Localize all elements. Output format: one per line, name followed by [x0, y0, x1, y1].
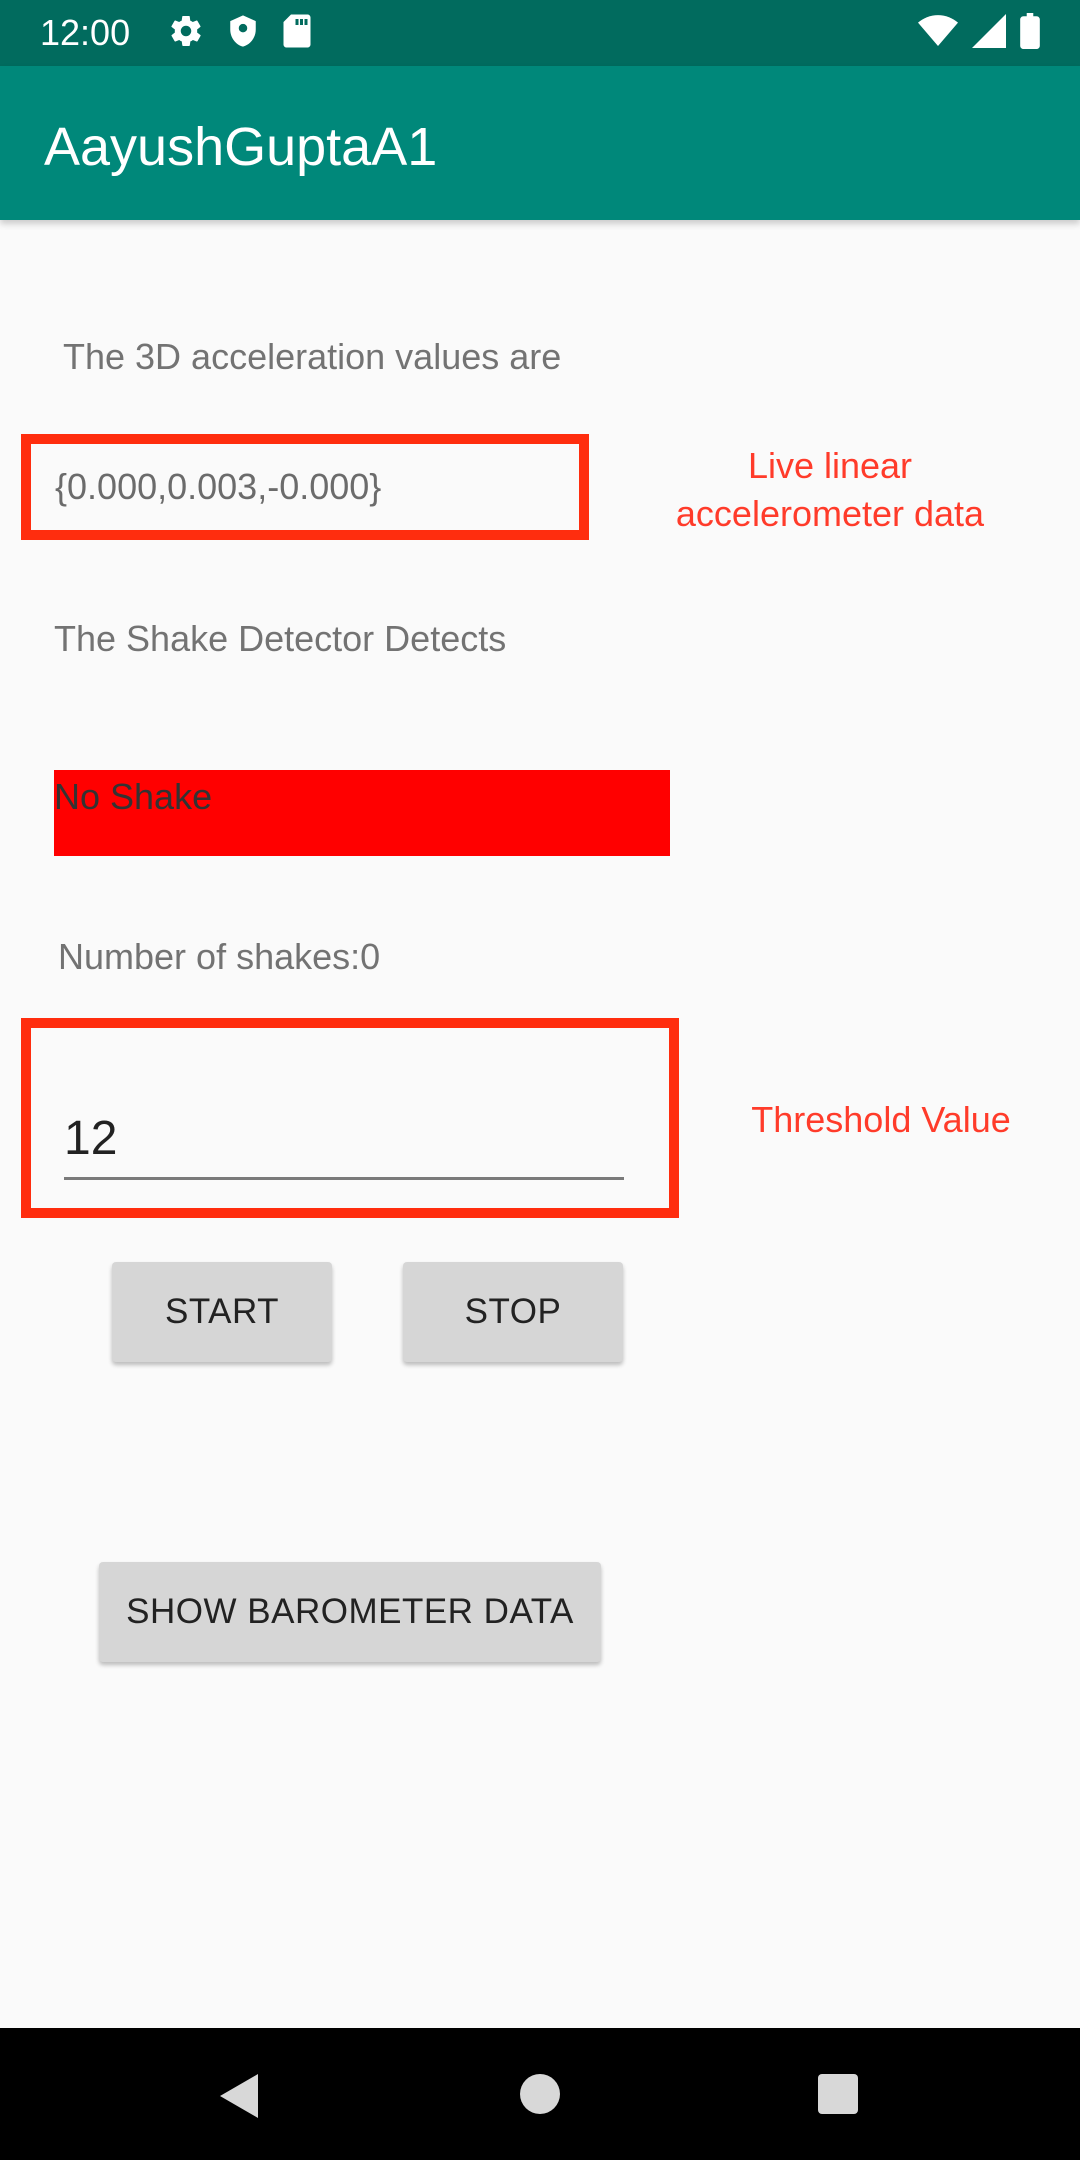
- accel-label: The 3D acceleration values are: [63, 336, 562, 377]
- status-icons-right: [918, 12, 1040, 54]
- shake-status: No Shake: [54, 776, 213, 817]
- shake-label: The Shake Detector Detects: [54, 618, 507, 659]
- nav-bar: [0, 2028, 1080, 2160]
- start-button[interactable]: START: [112, 1262, 332, 1362]
- wifi-icon: [918, 14, 958, 53]
- sd-card-icon: [282, 13, 312, 54]
- status-time: 12:00: [40, 12, 131, 53]
- show-barometer-button[interactable]: SHOW BAROMETER DATA: [99, 1562, 601, 1662]
- home-icon[interactable]: [520, 2074, 560, 2114]
- shake-status-box: No Shake: [54, 770, 670, 856]
- live-data-annotation-line1: Live linear: [747, 445, 913, 486]
- accel-value: {0.000,0.003,-0.000}: [55, 466, 382, 507]
- recents-icon[interactable]: [818, 2074, 858, 2114]
- app-bar: AayushGuptaA1: [0, 66, 1080, 220]
- shield-icon: [226, 13, 260, 54]
- status-bar: 12:00: [0, 0, 1080, 66]
- gear-icon: [168, 13, 204, 54]
- stop-button[interactable]: STOP: [403, 1262, 623, 1362]
- signal-icon: [972, 13, 1006, 53]
- threshold-annotation: Threshold Value: [751, 1099, 1011, 1140]
- battery-icon: [1020, 12, 1040, 54]
- shake-count: Number of shakes:0: [58, 936, 381, 977]
- live-data-annotation-line2: accelerometer data: [675, 493, 985, 534]
- threshold-input[interactable]: [64, 1100, 624, 1180]
- back-icon[interactable]: [220, 2074, 258, 2118]
- app-title: AayushGuptaA1: [44, 117, 438, 177]
- status-icons-left: [168, 14, 312, 52]
- live-data-annotation: Live linear accelerometer data: [650, 442, 1010, 538]
